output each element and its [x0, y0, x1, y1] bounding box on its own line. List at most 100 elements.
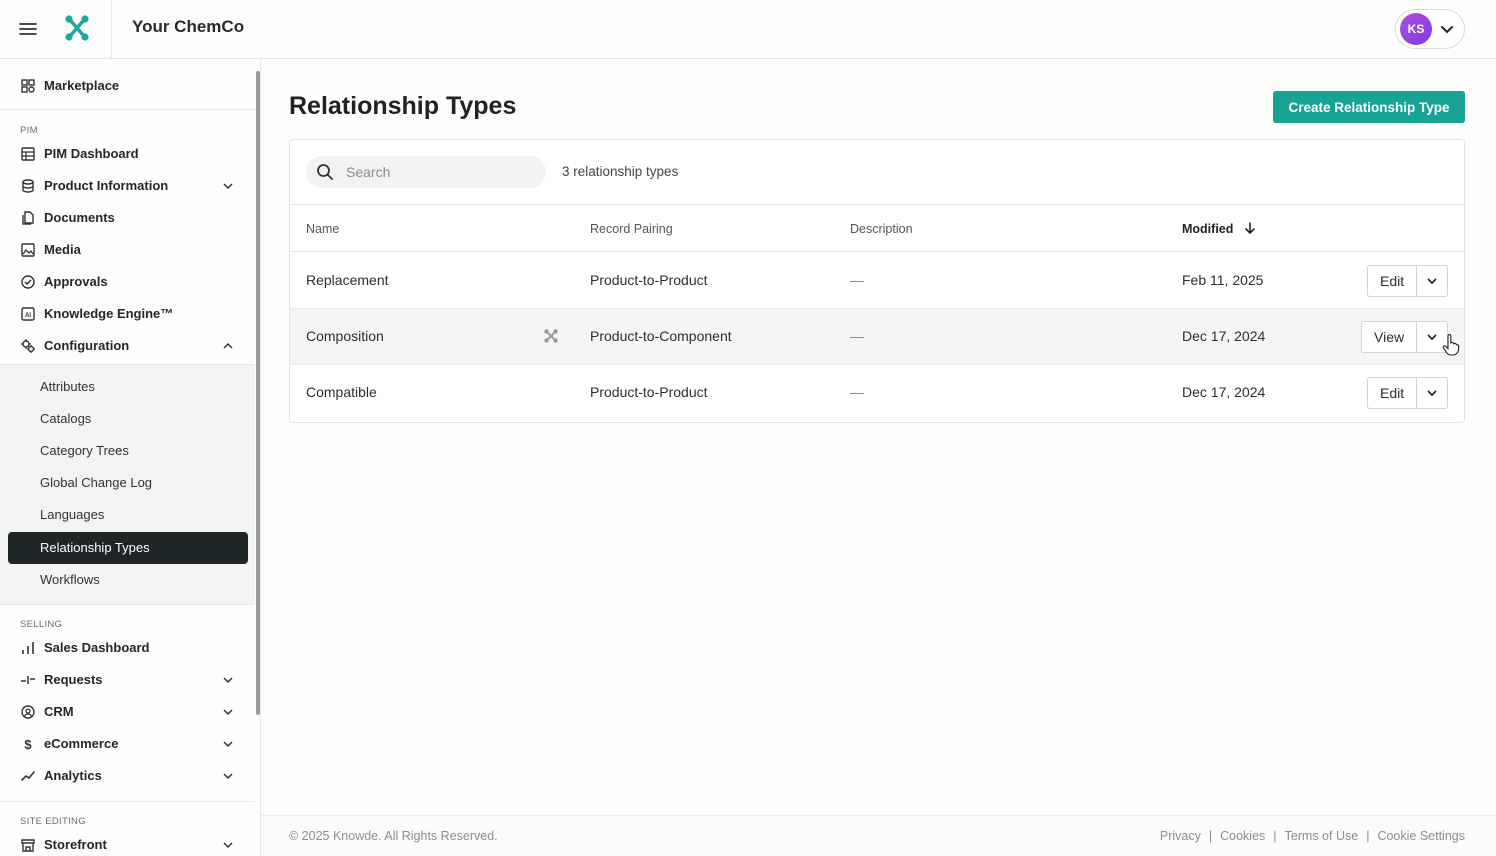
- sidebar-item-marketplace[interactable]: Marketplace: [0, 70, 250, 102]
- table-row[interactable]: Replacement Product-to-Product — Feb 11,…: [290, 253, 1464, 309]
- sidebar-item-label: Configuration: [44, 338, 130, 353]
- cell-description: —: [850, 272, 864, 288]
- sidebar-subitem-label: Catalogs: [40, 411, 92, 426]
- cell-modified: Feb 11, 2025: [1182, 272, 1264, 288]
- divider: [0, 801, 255, 802]
- section-label-selling: SELLING: [20, 619, 63, 630]
- create-relationship-type-button[interactable]: Create Relationship Type: [1273, 91, 1465, 123]
- top-bar: Your ChemCo KS: [0, 0, 1496, 59]
- column-header-description[interactable]: Description: [850, 222, 913, 236]
- database-icon: [22, 179, 34, 193]
- page-title: Relationship Types: [289, 92, 517, 120]
- search-box: [306, 156, 546, 188]
- divider: [0, 109, 255, 110]
- sidebar-item-label: CRM: [44, 704, 74, 719]
- sidebar-item-documents[interactable]: Documents: [0, 202, 250, 234]
- sidebar-item-ecommerce[interactable]: $ eCommerce: [0, 728, 250, 760]
- bar-chart-icon: [22, 642, 34, 654]
- chevron-down-icon: [223, 709, 233, 716]
- sidebar-item-label: eCommerce: [44, 736, 119, 751]
- row-actions-dropdown[interactable]: [1417, 378, 1447, 408]
- sidebar-item-label: Product Information: [44, 178, 169, 193]
- sidebar-item-pim-dashboard[interactable]: PIM Dashboard: [0, 138, 250, 170]
- column-header-name[interactable]: Name: [306, 222, 339, 236]
- table-row[interactable]: Composition Product-to-Component — Dec 1…: [290, 309, 1464, 365]
- storefront-icon: [21, 839, 35, 852]
- ai-icon: AI: [21, 307, 35, 321]
- knowde-logo-icon[interactable]: [64, 14, 90, 42]
- footer-links: Privacy | Cookies | Terms of Use | Cooki…: [1160, 829, 1465, 843]
- footer: © 2025 Knowde. All Rights Reserved. Priv…: [261, 815, 1496, 856]
- user-menu-button[interactable]: KS: [1395, 9, 1465, 49]
- sidebar-subitem-languages[interactable]: Languages: [8, 499, 248, 531]
- sidebar-item-label: Knowledge Engine™: [44, 306, 174, 321]
- table-header: Name Record Pairing Description Modified: [290, 204, 1464, 252]
- sidebar-subitem-category-trees[interactable]: Category Trees: [8, 435, 248, 467]
- marketplace-icon: [21, 79, 35, 93]
- sidebar-item-sales-dashboard[interactable]: Sales Dashboard: [0, 632, 250, 664]
- sidebar-item-product-information[interactable]: Product Information: [0, 170, 250, 202]
- crm-icon: [21, 705, 35, 719]
- sidebar-item-media[interactable]: Media: [0, 234, 250, 266]
- footer-link-privacy[interactable]: Privacy: [1160, 829, 1201, 843]
- sidebar-subitem-relationship-types[interactable]: Relationship Types: [8, 532, 248, 564]
- sidebar-item-label: Storefront: [44, 837, 107, 852]
- table-row[interactable]: Compatible Product-to-Product — Dec 17, …: [290, 365, 1464, 421]
- sidebar-item-approvals[interactable]: Approvals: [0, 266, 250, 298]
- sidebar-subitem-catalogs[interactable]: Catalogs: [8, 403, 248, 435]
- column-header-record-pairing[interactable]: Record Pairing: [590, 222, 673, 236]
- sidebar-item-requests[interactable]: Requests: [0, 664, 250, 696]
- chevron-down-icon: [1427, 278, 1437, 285]
- sidebar-subitem-label: Global Change Log: [40, 475, 153, 490]
- chevron-down-icon: [1441, 26, 1453, 33]
- copyright: © 2025 Knowde. All Rights Reserved.: [289, 829, 498, 843]
- cell-name: Replacement: [306, 272, 389, 288]
- sidebar-subitem-label: Languages: [40, 507, 105, 522]
- svg-text:AI: AI: [25, 313, 31, 319]
- sidebar-item-configuration[interactable]: Configuration: [0, 330, 250, 362]
- sidebar-item-label: Documents: [44, 210, 115, 225]
- sidebar-subitem-label: Attributes: [40, 379, 95, 394]
- analytics-icon: [21, 771, 35, 781]
- menu-icon[interactable]: [16, 17, 40, 41]
- row-action-group: Edit: [1367, 265, 1449, 297]
- sidebar-scrollbar[interactable]: [256, 71, 260, 715]
- row-actions-dropdown[interactable]: [1417, 266, 1447, 296]
- row-action-group: View: [1361, 321, 1449, 353]
- sort-arrow-down-icon[interactable]: [1243, 221, 1257, 235]
- sidebar-item-label: Marketplace: [44, 78, 120, 93]
- sidebar-subitem-workflows[interactable]: Workflows: [8, 564, 248, 596]
- view-button[interactable]: View: [1362, 322, 1418, 352]
- knowde-logo-icon: [544, 329, 558, 343]
- sidebar-item-knowledge-engine[interactable]: AI Knowledge Engine™: [0, 298, 250, 330]
- media-icon: [21, 243, 35, 257]
- svg-text:$: $: [24, 737, 32, 752]
- sidebar-item-storefront[interactable]: Storefront: [0, 829, 250, 856]
- edit-button[interactable]: Edit: [1368, 266, 1418, 296]
- footer-link-cookie-settings[interactable]: Cookie Settings: [1377, 829, 1465, 843]
- cell-name: Composition: [306, 328, 384, 344]
- cell-record-pairing: Product-to-Component: [590, 328, 732, 344]
- sidebar-item-label: Sales Dashboard: [44, 640, 150, 655]
- sidebar-item-analytics[interactable]: Analytics: [0, 760, 250, 792]
- footer-link-terms[interactable]: Terms of Use: [1285, 829, 1359, 843]
- approvals-icon: [21, 275, 35, 289]
- chevron-down-icon: [223, 677, 233, 684]
- sidebar-subitem-global-change-log[interactable]: Global Change Log: [8, 467, 248, 499]
- column-header-modified[interactable]: Modified: [1182, 222, 1233, 236]
- chevron-up-icon: [223, 342, 233, 349]
- cell-description: —: [850, 328, 864, 344]
- sidebar-subitem-label: Workflows: [40, 572, 100, 587]
- section-label-site-editing: SITE EDITING: [20, 816, 86, 827]
- search-input[interactable]: [346, 162, 536, 182]
- relationship-types-table-card: 3 relationship types Name Record Pairing…: [289, 139, 1465, 423]
- logo-area: [56, 0, 112, 58]
- result-count: 3 relationship types: [562, 164, 679, 179]
- sidebar-item-crm[interactable]: CRM: [0, 696, 250, 728]
- footer-link-cookies[interactable]: Cookies: [1220, 829, 1265, 843]
- cell-description: —: [850, 384, 864, 400]
- sidebar-subitem-attributes[interactable]: Attributes: [8, 371, 248, 403]
- sidebar-item-label: Approvals: [44, 274, 108, 289]
- edit-button[interactable]: Edit: [1368, 378, 1418, 408]
- row-action-group: Edit: [1367, 377, 1449, 409]
